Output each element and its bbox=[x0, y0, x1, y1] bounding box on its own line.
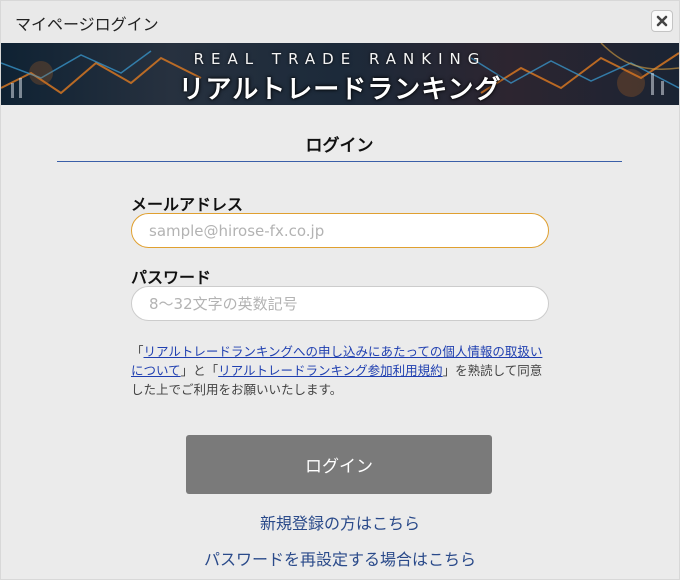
email-label: メールアドレス bbox=[131, 195, 244, 214]
consent-notice: 「リアルトレードランキングへの申し込みにあたっての個人情報の取扱いについて」と「… bbox=[131, 342, 551, 399]
dialog-title: マイページログイン bbox=[15, 15, 159, 34]
dialog-titlebar: マイページログイン bbox=[1, 1, 679, 43]
banner-title-en: REAL TRADE RANKING bbox=[193, 50, 487, 68]
password-input[interactable] bbox=[131, 286, 549, 321]
login-button[interactable]: ログイン bbox=[186, 435, 492, 494]
password-label: パスワード bbox=[131, 268, 212, 287]
banner-title-jp: リアルトレードランキング bbox=[178, 75, 502, 105]
login-heading: ログイン bbox=[305, 136, 374, 156]
banner-image: REAL TRADE RANKING リアルトレードランキング bbox=[1, 43, 679, 105]
notice-joiner: 」と「 bbox=[180, 363, 219, 378]
heading-divider bbox=[57, 161, 622, 162]
notice-quote-open: 「 bbox=[131, 344, 144, 359]
terms-link[interactable]: リアルトレードランキング参加利用規約 bbox=[218, 363, 443, 378]
close-x-icon bbox=[656, 15, 668, 27]
reset-password-link[interactable]: パスワードを再設定する場合はこちら bbox=[1, 546, 679, 570]
register-link[interactable]: 新規登録の方はこちら bbox=[1, 510, 679, 534]
close-button[interactable] bbox=[651, 10, 673, 32]
email-input[interactable] bbox=[131, 213, 549, 248]
login-dialog: マイページログイン REAL TRADE RANKING リアルトレードランキン… bbox=[0, 0, 680, 580]
